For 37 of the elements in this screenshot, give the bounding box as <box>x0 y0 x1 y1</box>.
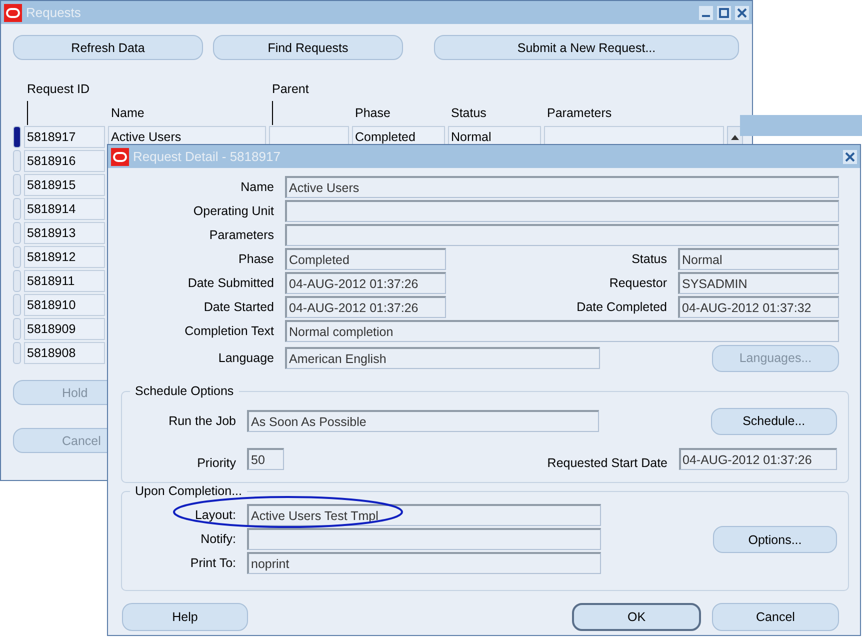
column-header: Status <box>450 106 488 120</box>
table-cell: 5818914 <box>24 198 105 220</box>
group-title: Upon Completion... <box>130 484 248 498</box>
field-label: Requested Start Date <box>546 456 669 470</box>
field-label: Phase <box>238 252 275 266</box>
table-cell: 5818911 <box>24 270 105 292</box>
field-label: Parameters <box>208 228 275 242</box>
field-label: Requestor <box>608 276 668 290</box>
field-label: Run the Job <box>168 414 237 428</box>
table-cell: 5818909 <box>24 318 105 340</box>
field-label: Date Completed <box>576 300 668 314</box>
field-label: Priority <box>196 456 237 470</box>
field-label: Language <box>217 351 275 365</box>
column-header: Parent <box>271 82 310 96</box>
table-cell: 5818912 <box>24 246 105 268</box>
field-label: Date Submitted <box>186 276 275 290</box>
column-header: Request ID <box>26 82 91 96</box>
dialog-title: Request Detail - 5818917 <box>133 149 282 164</box>
field-label: Name <box>240 180 275 194</box>
field-label: Status <box>630 252 668 266</box>
field-label: Layout: <box>194 508 237 522</box>
window-title: Requests <box>26 5 82 20</box>
table-cell: 5818910 <box>24 294 105 316</box>
column-header: Name <box>110 106 146 120</box>
field-label: Print To: <box>189 556 237 570</box>
field-label: Operating Unit <box>192 204 275 218</box>
table-cell: 5818913 <box>24 222 105 244</box>
field-label: Completion Text <box>184 324 275 338</box>
column-header: Parameters <box>546 106 613 120</box>
column-header: Phase <box>354 106 392 120</box>
table-cell: 5818908 <box>24 342 105 364</box>
field-label: Notify: <box>200 532 237 546</box>
table-cell: 5818916 <box>24 150 105 172</box>
group-title: Schedule Options <box>130 384 239 398</box>
table-cell: 5818915 <box>24 174 105 196</box>
table-cell: 5818917 <box>24 126 105 148</box>
field-label: Date Started <box>202 300 275 314</box>
